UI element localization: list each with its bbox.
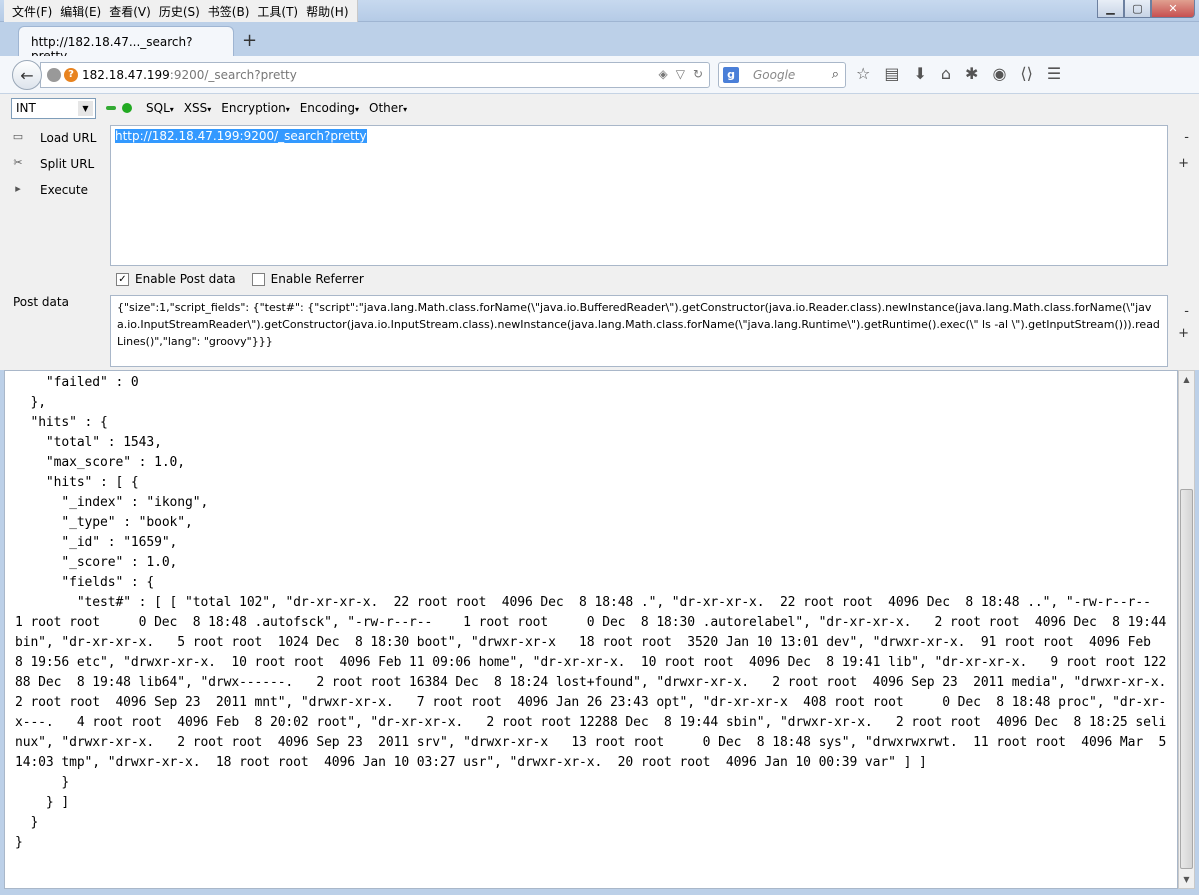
scissors-icon: ✂ [13, 156, 23, 169]
vertical-scrollbar[interactable]: ▲ ▼ [1178, 370, 1195, 889]
url-textarea[interactable]: http://182.18.47.199:9200/_search?pretty [110, 125, 1168, 266]
chevron-down-icon: ▼ [78, 100, 93, 116]
split-url-label: Split URL [40, 157, 95, 171]
url-textarea-value: http://182.18.47.199:9200/_search?pretty [115, 129, 367, 143]
tab-strip: http://182.18.47..._search?pretty + [0, 22, 1199, 63]
tab-search[interactable]: http://182.18.47..._search?pretty [18, 26, 234, 63]
back-button[interactable]: ← [12, 60, 42, 90]
search-box[interactable]: g Google ⌕ [718, 62, 846, 88]
cube-icon[interactable]: ◈ [658, 67, 667, 81]
menu-icon[interactable]: ☰ [1047, 64, 1061, 83]
response-text: "failed" : 0 }, "hits" : { "total" : 154… [15, 375, 1167, 850]
new-tab-button[interactable]: + [242, 30, 257, 51]
post-minus-button[interactable]: - [1184, 304, 1189, 319]
window-bottom-edge [0, 889, 1199, 895]
split-url-button[interactable]: ✂ Split URL [10, 156, 94, 172]
addon-icon[interactable]: ◉ [992, 64, 1006, 83]
load-icon: ▭ [12, 130, 24, 143]
dropdown-icon[interactable]: ▽ [676, 67, 685, 81]
menu-file[interactable]: 文件(F) [8, 3, 56, 20]
type-select[interactable]: INT ▼ [11, 97, 96, 119]
play-icon: ▸ [15, 182, 21, 195]
hackbar-toolbar: INT ▼ SQL XSS Encryption Encoding Other [0, 94, 1199, 122]
url-bar[interactable]: ? 182.18.47.199:9200/_search?pretty ◈ ▽ … [40, 62, 710, 88]
menu-xss[interactable]: XSS [184, 101, 211, 115]
enable-referrer-label: Enable Referrer [270, 272, 364, 286]
maximize-button[interactable]: ▢ [1124, 0, 1151, 18]
load-url-button[interactable]: ▭ Load URL [10, 130, 97, 146]
search-input[interactable]: Google [753, 68, 795, 82]
menu-sql[interactable]: SQL [146, 101, 174, 115]
download-icon[interactable]: ⬇ [913, 64, 926, 83]
enable-post-checkbox[interactable]: ✓ [116, 272, 129, 286]
post-data-label: Post data [13, 295, 69, 309]
menu-view[interactable]: 查看(V) [105, 3, 155, 20]
minimize-button[interactable]: ▁ [1097, 0, 1124, 18]
reading-list-icon[interactable]: ▤ [884, 64, 899, 83]
google-icon[interactable]: g [723, 67, 739, 83]
title-bar: 文件(F) 编辑(E) 查看(V) 历史(S) 书签(B) 工具(T) 帮助(H… [0, 0, 1199, 22]
options-row: ✓ Enable Post data Enable Referrer [116, 272, 364, 286]
plus-minus [106, 103, 132, 113]
post-data-textarea[interactable]: {"size":1,"script_fields": {"test#": {"s… [110, 295, 1168, 367]
url-host: 182.18.47.199 [82, 68, 170, 82]
url-path: :9200/_search?pretty [169, 68, 297, 82]
bug-icon[interactable]: ✱ [965, 64, 978, 83]
response-content: "failed" : 0 }, "hits" : { "total" : 154… [4, 370, 1178, 889]
home-icon[interactable]: ⌂ [941, 64, 951, 83]
globe-icon [47, 68, 61, 82]
menu-encryption[interactable]: Encryption [221, 101, 289, 115]
devtools-icon[interactable]: ⟨⟩ [1020, 64, 1032, 83]
menu-bookmarks[interactable]: 书签(B) [204, 3, 254, 20]
menu-other[interactable]: Other [369, 101, 407, 115]
reload-icon[interactable]: ↻ [693, 67, 703, 81]
menu-edit[interactable]: 编辑(E) [56, 3, 105, 20]
enable-referrer-checkbox[interactable] [251, 272, 265, 286]
warning-icon[interactable]: ? [64, 68, 78, 82]
scroll-down-icon[interactable]: ▼ [1179, 871, 1194, 888]
menu-encoding[interactable]: Encoding [300, 101, 359, 115]
execute-button[interactable]: ▸ Execute [10, 182, 88, 198]
type-select-value: INT [16, 101, 36, 115]
load-url-label: Load URL [40, 131, 97, 145]
url-minus-button[interactable]: - [1184, 130, 1189, 145]
scroll-up-icon[interactable]: ▲ [1179, 371, 1194, 388]
minus-icon[interactable] [106, 106, 116, 110]
enable-post-label: Enable Post data [135, 272, 236, 286]
post-plus-button[interactable]: + [1178, 326, 1189, 341]
close-button[interactable]: ✕ [1151, 0, 1195, 18]
plus-icon[interactable] [122, 103, 132, 113]
menu-bar: 文件(F) 编辑(E) 查看(V) 历史(S) 书签(B) 工具(T) 帮助(H… [4, 0, 358, 22]
bookmark-star-icon[interactable]: ☆ [856, 64, 870, 83]
search-icon[interactable]: ⌕ [832, 67, 839, 82]
url-plus-button[interactable]: + [1178, 156, 1189, 171]
menu-help[interactable]: 帮助(H) [302, 3, 352, 20]
nav-bar: ? 182.18.47.199:9200/_search?pretty ◈ ▽ … [0, 56, 1199, 94]
url-icons: ◈ ▽ ↻ [658, 67, 703, 81]
execute-label: Execute [40, 183, 88, 197]
scrollbar-thumb[interactable] [1180, 489, 1193, 869]
menu-history[interactable]: 历史(S) [155, 3, 204, 20]
menu-tools[interactable]: 工具(T) [253, 3, 302, 20]
nav-icons: ☆ ▤ ⬇ ⌂ ✱ ◉ ⟨⟩ ☰ [856, 64, 1061, 83]
hackbar-panel: ▭ Load URL ✂ Split URL ▸ Execute http://… [0, 122, 1199, 370]
window-controls: ▁ ▢ ✕ [1097, 0, 1195, 18]
